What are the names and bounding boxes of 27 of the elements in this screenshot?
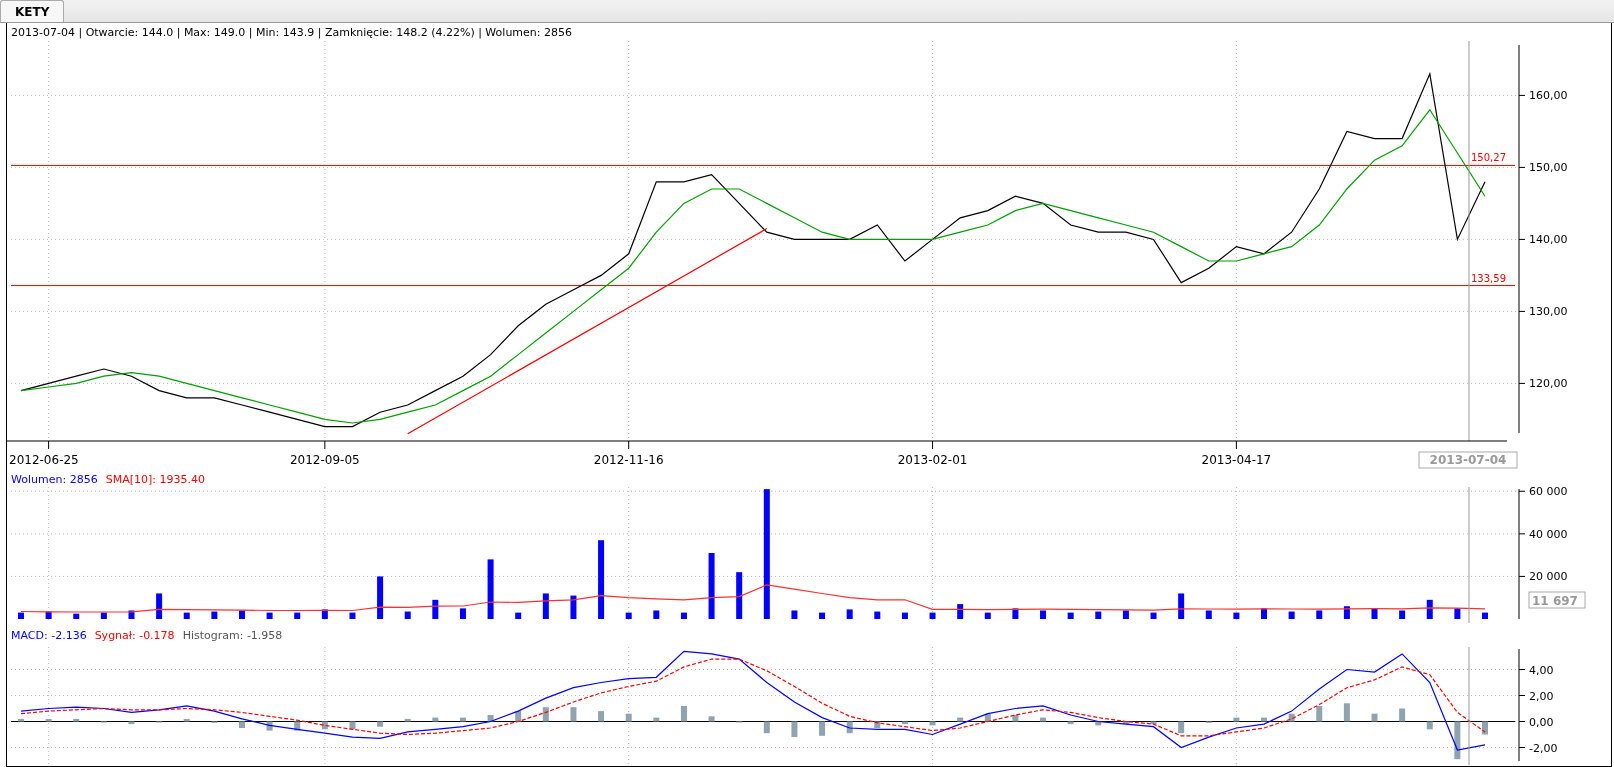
- value-marker: 11 697: [1528, 591, 1586, 609]
- legend-label: Sygnał: -0.178: [94, 628, 175, 642]
- axis-label: 160,00: [1529, 89, 1568, 103]
- axis-label: 0,00: [1529, 715, 1554, 729]
- axis-label: 20 000: [1529, 570, 1568, 584]
- axis-label: 150,00: [1529, 161, 1568, 175]
- axis-label: 2012-09-05: [289, 453, 360, 467]
- cursor-date-label: 2013-07-04: [1418, 451, 1518, 469]
- legend-label: Wolumen: 2856: [11, 472, 98, 486]
- legend-label: Histogram: -1.958: [182, 628, 283, 642]
- axis-label: 140,00: [1529, 233, 1568, 247]
- axis-label: 120,00: [1529, 377, 1568, 391]
- level-label: 150,27: [1471, 152, 1506, 164]
- axis-label: 2012-11-16: [593, 453, 664, 467]
- axis-label: 4,00: [1529, 663, 1554, 677]
- price-info: 2013-07-04 | Otwarcie: 144.0 | Max: 149.0 | Min: 143.9 | Zamknięcie: 148.2 (4.22%) | Wolumen: 2856: [11, 25, 572, 39]
- axis-label: 40 000: [1529, 527, 1568, 541]
- axis-label: 2013-02-01: [897, 453, 968, 467]
- axis-label: 2013-04-17: [1201, 453, 1272, 467]
- legend-label: MACD: -2.136: [11, 628, 87, 642]
- axis-label: 2012-06-25: [9, 453, 79, 467]
- axis-label: 60 000: [1529, 487, 1568, 499]
- axis-label: 2,00: [1529, 689, 1554, 703]
- axis-label: 130,00: [1529, 305, 1568, 319]
- legend-label: SMA[10]: 1935.40: [105, 472, 205, 486]
- axis-label: -2,00: [1529, 741, 1558, 755]
- level-label: 133,59: [1471, 272, 1506, 284]
